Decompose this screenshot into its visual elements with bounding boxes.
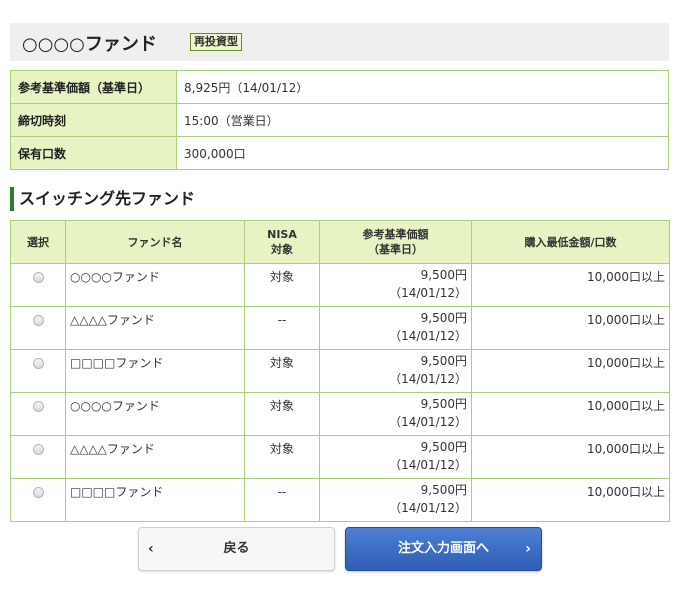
info-value: 300,000口 — [176, 136, 669, 170]
price-cell: 9,500円 （14/01/12） — [319, 263, 472, 307]
fund-radio[interactable] — [32, 487, 44, 498]
fund-info-table: 参考基準価額（基準日） 8,925円（14/01/12） 締切時刻 15:00（… — [10, 70, 669, 170]
select-cell — [10, 263, 66, 307]
price-value: 9,500円 — [420, 268, 467, 282]
select-cell — [10, 435, 66, 479]
select-cell — [10, 349, 66, 393]
price-cell: 9,500円 （14/01/12） — [319, 306, 472, 350]
fund-header: ○○○○ファンド 再投資型 — [10, 23, 669, 61]
nisa-cell: 対象 — [244, 435, 320, 479]
fund-name-cell: △△△△ファンド — [65, 306, 245, 350]
fund-radio[interactable] — [32, 315, 44, 326]
min-purchase-cell: 10,000口以上 — [471, 392, 670, 436]
min-purchase-cell: 10,000口以上 — [471, 349, 670, 393]
back-button-label: 戻る — [223, 541, 250, 556]
fund-radio[interactable] — [32, 401, 44, 412]
chevron-left-icon: ‹ — [148, 541, 154, 557]
min-purchase-cell: 10,000口以上 — [471, 263, 670, 307]
info-label: 保有口数 — [10, 136, 177, 170]
price-date: （14/01/12） — [389, 415, 467, 429]
price-date: （14/01/12） — [389, 329, 467, 343]
price-date: （14/01/12） — [389, 458, 467, 472]
price-value: 9,500円 — [420, 483, 467, 497]
fund-name-cell: △△△△ファンド — [65, 435, 245, 479]
table-row: □□□□ファンド -- 9,500円 （14/01/12） 10,000口以上 — [10, 478, 670, 522]
info-value: 15:00（営業日） — [176, 103, 669, 137]
fund-name-cell: □□□□ファンド — [65, 349, 245, 393]
price-value: 9,500円 — [420, 440, 467, 454]
header-nisa-line1: NISA — [267, 228, 297, 241]
table-row: △△△△ファンド -- 9,500円 （14/01/12） 10,000口以上 — [10, 306, 670, 350]
price-value: 9,500円 — [420, 397, 467, 411]
header-price: 参考基準価額 （基準日） — [319, 220, 472, 264]
header-price-line2: （基準日） — [368, 243, 423, 256]
chevron-right-icon: › — [525, 541, 531, 557]
nisa-cell: -- — [244, 306, 320, 350]
order-entry-button-label: 注文入力画面へ — [397, 541, 489, 556]
table-row: □□□□ファンド 対象 9,500円 （14/01/12） 10,000口以上 — [10, 349, 670, 393]
header-fund-name: ファンド名 — [65, 220, 245, 264]
info-row-holding-units: 保有口数 300,000口 — [10, 136, 669, 170]
price-date: （14/01/12） — [389, 286, 467, 300]
order-entry-button[interactable]: 注文入力画面へ › — [345, 527, 542, 571]
header-nisa-line2: 対象 — [271, 243, 293, 256]
fund-radio[interactable] — [32, 272, 44, 283]
fund-radio[interactable] — [32, 358, 44, 369]
min-purchase-cell: 10,000口以上 — [471, 435, 670, 479]
fund-radio[interactable] — [32, 444, 44, 455]
section-title: スイッチング先ファンド — [10, 187, 195, 211]
switching-fund-table: 選択 ファンド名 NISA 対象 参考基準価額 （基準日） 購入最低金額/口数 ○○… — [10, 220, 670, 522]
price-cell: 9,500円 （14/01/12） — [319, 435, 472, 479]
select-cell — [10, 392, 66, 436]
table-header-row: 選択 ファンド名 NISA 対象 参考基準価額 （基準日） 購入最低金額/口数 — [10, 220, 670, 264]
nisa-cell: 対象 — [244, 392, 320, 436]
info-label: 締切時刻 — [10, 103, 177, 137]
info-value: 8,925円（14/01/12） — [176, 70, 669, 104]
price-cell: 9,500円 （14/01/12） — [319, 478, 472, 522]
price-cell: 9,500円 （14/01/12） — [319, 392, 472, 436]
back-button[interactable]: ‹ 戻る — [138, 527, 335, 571]
price-value: 9,500円 — [420, 354, 467, 368]
info-label: 参考基準価額（基準日） — [10, 70, 177, 104]
min-purchase-cell: 10,000口以上 — [471, 306, 670, 350]
table-row: ○○○○ファンド 対象 9,500円 （14/01/12） 10,000口以上 — [10, 263, 670, 307]
fund-title: ○○○○ファンド — [22, 34, 157, 55]
info-row-cutoff-time: 締切時刻 15:00（営業日） — [10, 103, 669, 137]
nisa-cell: 対象 — [244, 349, 320, 393]
select-cell — [10, 306, 66, 350]
fund-name-cell: ○○○○ファンド — [65, 263, 245, 307]
min-purchase-cell: 10,000口以上 — [471, 478, 670, 522]
price-date: （14/01/12） — [389, 372, 467, 386]
price-value: 9,500円 — [420, 311, 467, 325]
header-min-purchase: 購入最低金額/口数 — [471, 220, 670, 264]
header-price-line1: 参考基準価額 — [362, 228, 429, 241]
fund-name-cell: ○○○○ファンド — [65, 392, 245, 436]
info-row-reference-price: 参考基準価額（基準日） 8,925円（14/01/12） — [10, 70, 669, 104]
table-row: ○○○○ファンド 対象 9,500円 （14/01/12） 10,000口以上 — [10, 392, 670, 436]
header-select: 選択 — [10, 220, 66, 264]
price-cell: 9,500円 （14/01/12） — [319, 349, 472, 393]
nisa-cell: 対象 — [244, 263, 320, 307]
reinvest-badge: 再投資型 — [190, 33, 242, 51]
table-row: △△△△ファンド 対象 9,500円 （14/01/12） 10,000口以上 — [10, 435, 670, 479]
price-date: （14/01/12） — [389, 501, 467, 515]
nisa-cell: -- — [244, 478, 320, 522]
select-cell — [10, 478, 66, 522]
fund-name-cell: □□□□ファンド — [65, 478, 245, 522]
header-nisa: NISA 対象 — [244, 220, 320, 264]
